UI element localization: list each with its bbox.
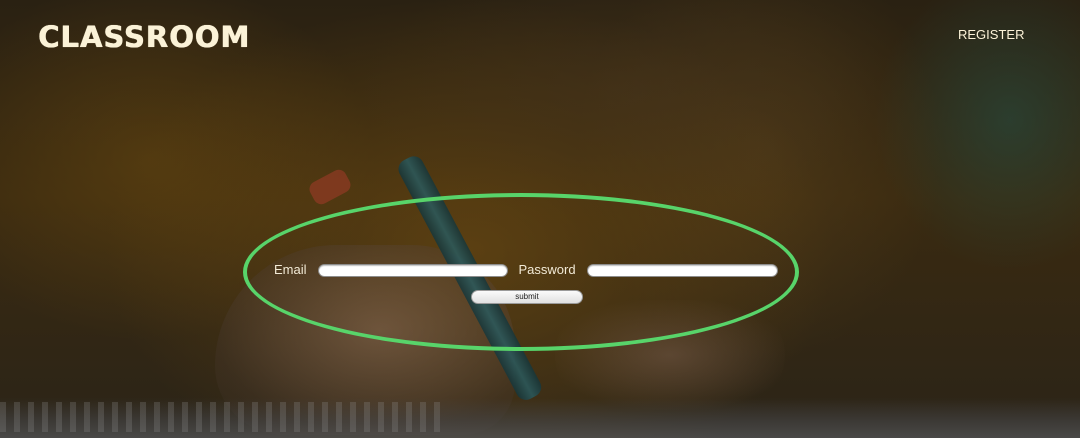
password-field[interactable] [586,263,778,277]
register-link[interactable]: REGISTER [958,27,1024,42]
page-stage: CLASSROOM REGISTER Email Password submit [0,0,1080,438]
email-label: Email [274,262,307,277]
password-label: Password [518,262,576,277]
login-form: Email Password [274,262,778,278]
email-field[interactable] [317,263,508,277]
submit-button[interactable]: submit [471,290,583,304]
background-notebook-rings [0,402,440,432]
site-logo: CLASSROOM [38,20,251,54]
